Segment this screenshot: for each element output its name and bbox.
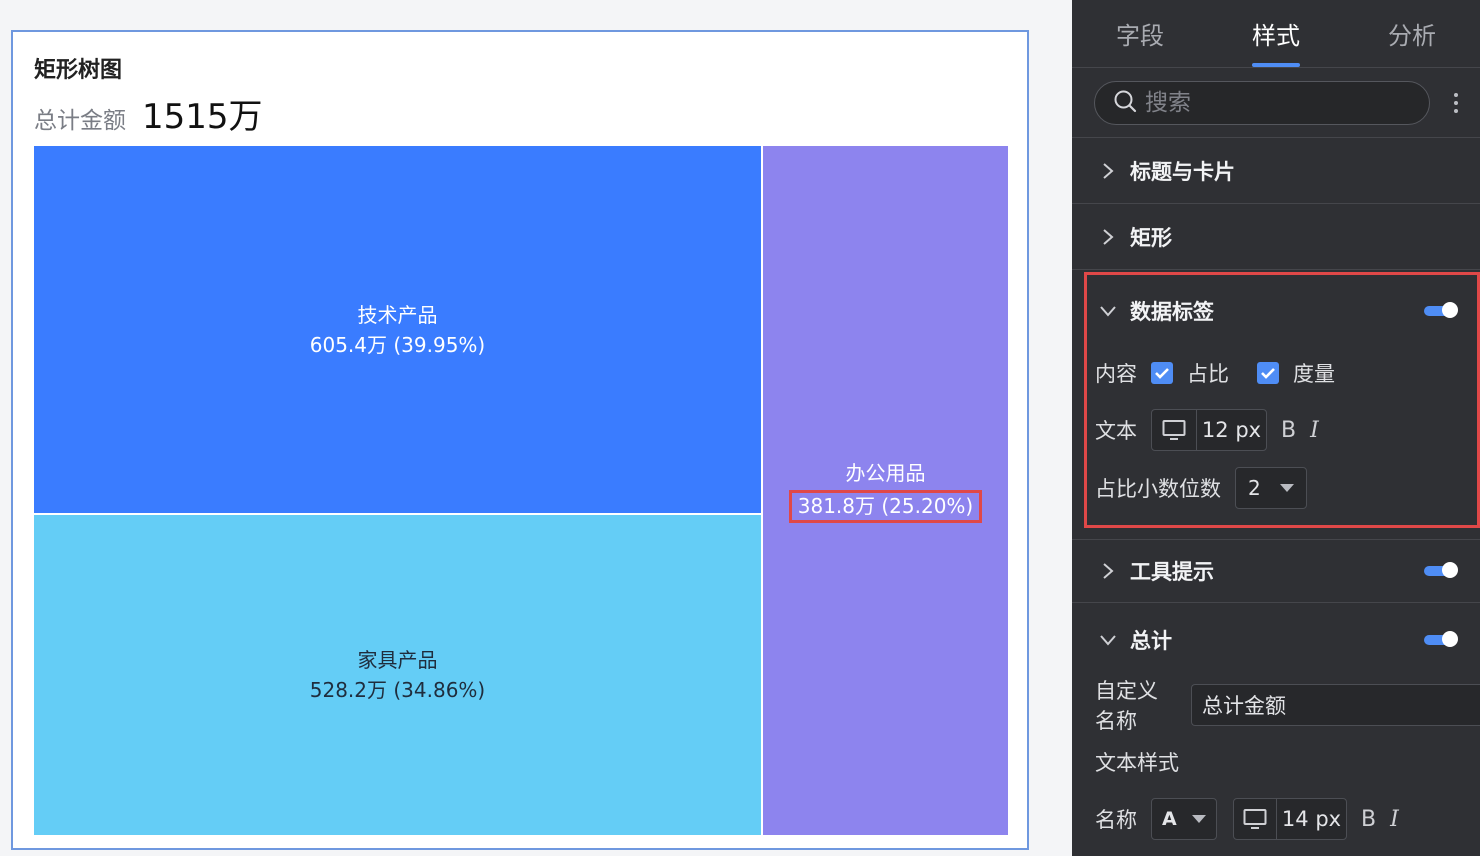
monitor-icon[interactable] — [1234, 799, 1276, 839]
data-label-toggle[interactable] — [1424, 301, 1458, 318]
custom-name-label: 自定义名称 — [1095, 679, 1158, 733]
tooltip-toggle[interactable] — [1424, 562, 1458, 578]
decimal-select[interactable]: 2 — [1235, 466, 1307, 509]
total-value: 1515万 — [142, 97, 263, 137]
decimal-label: 占比小数位数 — [1095, 476, 1221, 501]
search-input[interactable] — [1145, 89, 1385, 116]
ratio-option-label: 占比 — [1187, 361, 1229, 386]
section-data-label: 数据标签 内容 占比 度量 文本 12 px B I 占比小数位数 2 — [1072, 270, 1480, 528]
section-header-title-card[interactable]: 标题与卡片 — [1072, 138, 1480, 203]
italic-button[interactable]: I — [1390, 807, 1399, 832]
treemap-tile-furniture[interactable]: 家具产品 528.2万 (34.86%) — [34, 515, 761, 835]
treemap-tile-tech[interactable]: 技术产品 605.4万 (39.95%) — [34, 146, 761, 513]
section-label: 工具提示 — [1130, 560, 1214, 584]
section-rect: 矩形 — [1072, 204, 1480, 270]
bold-button[interactable]: B — [1281, 418, 1296, 443]
name-size-value[interactable]: 14 px — [1276, 799, 1346, 839]
custom-name-row: 自定义名称 — [1072, 677, 1480, 733]
font-option: A — [1162, 808, 1177, 830]
style-settings-panel: 字段 样式 分析 标题与卡片 矩形 数据标签 内容 — [1072, 0, 1480, 856]
italic-button[interactable]: I — [1310, 418, 1319, 443]
total-toggle[interactable] — [1424, 631, 1458, 647]
tile-value-label: 528.2万 (34.86%) — [309, 678, 486, 702]
search-box[interactable] — [1094, 80, 1430, 125]
text-style-label: 文本样式 — [1095, 751, 1179, 775]
tile-name: 办公用品 — [845, 461, 926, 485]
text-style-heading-row: 文本样式 — [1072, 733, 1480, 791]
section-title-card: 标题与卡片 — [1072, 138, 1480, 204]
name-size-control[interactable]: 14 px — [1233, 798, 1347, 840]
tab-analysis[interactable]: 分析 — [1344, 0, 1480, 67]
treemap-chart: 技术产品 605.4万 (39.95%) 家具产品 528.2万 (34.86%… — [34, 146, 1008, 835]
treemap-tile-office[interactable]: 办公用品 381.8万 (25.20%) — [763, 146, 1008, 835]
caret-down-icon — [1280, 483, 1294, 492]
measure-checkbox[interactable] — [1257, 361, 1279, 384]
section-label: 总计 — [1130, 629, 1172, 653]
total-label: 总计金额 — [34, 108, 126, 134]
card-title: 矩形树图 — [34, 58, 123, 83]
chevron-down-icon — [1098, 630, 1118, 650]
decimal-value: 2 — [1248, 475, 1261, 500]
section-header-rect[interactable]: 矩形 — [1072, 204, 1480, 269]
tab-fields[interactable]: 字段 — [1072, 0, 1208, 67]
section-label: 数据标签 — [1130, 299, 1214, 324]
tile-name: 家具产品 — [357, 648, 438, 672]
section-tooltip: 工具提示 — [1072, 539, 1480, 603]
ratio-checkbox[interactable] — [1151, 361, 1173, 384]
measure-option-label: 度量 — [1293, 361, 1335, 386]
content-label: 内容 — [1095, 361, 1137, 386]
chevron-down-icon — [1098, 301, 1118, 321]
chevron-right-icon — [1098, 161, 1118, 181]
treemap-card[interactable]: 矩形树图 总计金额 1515万 技术产品 605.4万 (39.95%) 家具产… — [11, 30, 1029, 850]
search-row — [1072, 68, 1480, 138]
caret-down-icon — [1192, 815, 1206, 823]
section-label: 矩形 — [1130, 225, 1172, 250]
decimal-row: 占比小数位数 2 — [1072, 460, 1480, 515]
total-indicator: 总计金额 1515万 — [34, 100, 263, 135]
tile-name: 技术产品 — [357, 302, 438, 327]
tile-value-label-highlighted: 381.8万 (25.20%) — [788, 490, 983, 523]
tab-style[interactable]: 样式 — [1208, 0, 1344, 67]
text-style-row: 文本 12 px B I — [1072, 400, 1480, 460]
font-select[interactable]: A — [1151, 798, 1217, 840]
section-header-tooltip[interactable]: 工具提示 — [1072, 540, 1480, 602]
section-header-data-label[interactable]: 数据标签 — [1072, 270, 1480, 345]
content-row: 内容 占比 度量 — [1072, 345, 1480, 400]
monitor-icon[interactable] — [1152, 410, 1196, 450]
text-label: 文本 — [1095, 419, 1137, 443]
tile-value-label: 605.4万 (39.95%) — [309, 332, 486, 357]
custom-name-input[interactable] — [1191, 684, 1480, 726]
search-icon — [1113, 89, 1137, 117]
chevron-right-icon — [1098, 227, 1118, 247]
name-style-label: 名称 — [1095, 808, 1137, 832]
more-options-icon[interactable] — [1442, 92, 1470, 113]
section-header-total[interactable]: 总计 — [1072, 603, 1480, 677]
section-total: 总计 自定义名称 文本样式 名称 A 14 px B I — [1072, 603, 1480, 847]
text-size-control[interactable]: 12 px — [1151, 409, 1267, 451]
panel-tabs: 字段 样式 分析 — [1072, 0, 1480, 68]
section-label: 标题与卡片 — [1130, 159, 1235, 184]
bold-button[interactable]: B — [1361, 807, 1376, 832]
text-size-value[interactable]: 12 px — [1196, 410, 1266, 450]
chevron-right-icon — [1098, 561, 1118, 581]
name-style-row: 名称 A 14 px B I — [1072, 791, 1480, 847]
